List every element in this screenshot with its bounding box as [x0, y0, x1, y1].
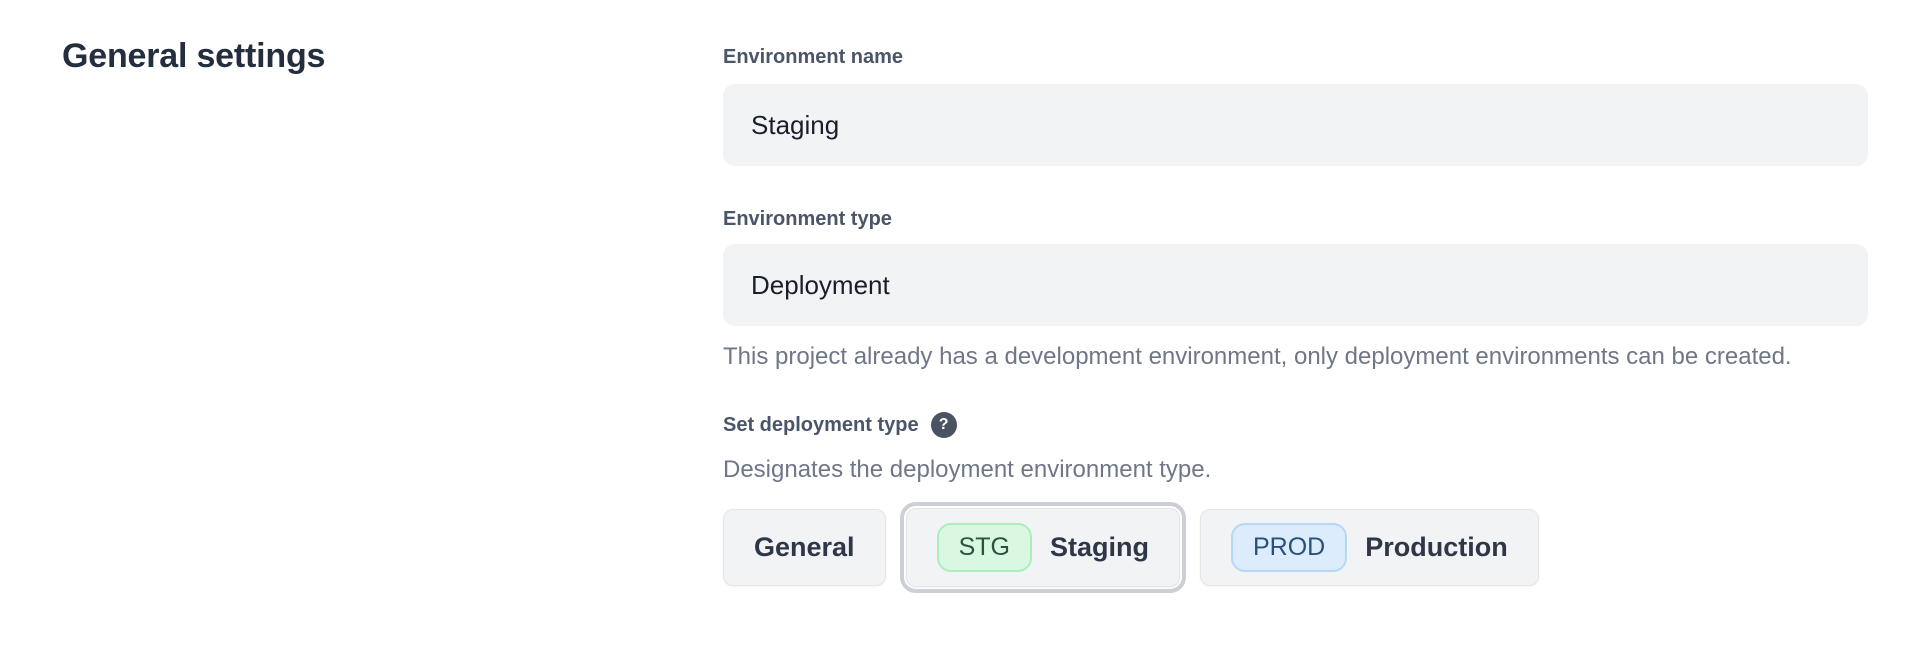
environment-type-input[interactable]: [723, 244, 1868, 326]
general-settings-form: Environment name Environment type This p…: [723, 0, 1868, 587]
environment-type-label: Environment type: [723, 206, 1868, 232]
stg-badge: STG: [937, 523, 1032, 572]
deployment-option-production-label: Production: [1365, 532, 1508, 563]
prod-badge: PROD: [1231, 523, 1347, 572]
deployment-option-staging[interactable]: STG Staging: [906, 508, 1180, 587]
deployment-option-staging-label: Staging: [1050, 532, 1149, 563]
deployment-type-label-row: Set deployment type ?: [723, 412, 1868, 438]
deployment-option-production[interactable]: PROD Production: [1200, 509, 1539, 586]
deployment-type-description: Designates the deployment environment ty…: [723, 454, 1868, 486]
environment-type-help-text: This project already has a development e…: [723, 338, 1803, 376]
deployment-type-options: General STG Staging PROD Production: [723, 508, 1868, 587]
environment-name-input[interactable]: [723, 84, 1868, 166]
page-title: General settings: [62, 34, 325, 78]
question-mark-icon[interactable]: ?: [931, 412, 957, 438]
deployment-option-general-label: General: [754, 532, 855, 563]
deployment-option-general[interactable]: General: [723, 509, 886, 586]
deployment-type-label: Set deployment type: [723, 412, 919, 438]
environment-name-label: Environment name: [723, 44, 1868, 70]
